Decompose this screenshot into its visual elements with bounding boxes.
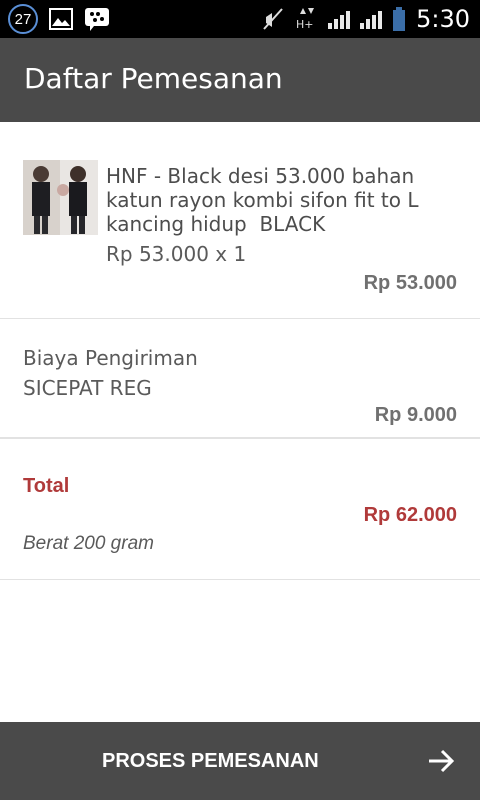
product-image: [23, 160, 98, 235]
total-section: Total Rp 62.000 Berat 200 gram: [0, 439, 480, 580]
notification-count: 27: [14, 10, 32, 28]
status-bar-left: 27: [8, 4, 110, 34]
notification-count-icon: 27: [8, 4, 38, 34]
price-quantity: Rp 53.000 x 1: [106, 242, 247, 266]
order-item: HNF - Black desi 53.000 bahan katun rayo…: [0, 122, 480, 319]
shipping-cost: Rp 9.000: [374, 404, 457, 426]
shipping-section: Biaya Pengiriman SICEPAT REG Rp 9.000: [0, 319, 480, 439]
mute-icon: [263, 8, 283, 30]
battery-icon: [393, 7, 406, 31]
signal-icon-2: [360, 9, 383, 29]
bbm-icon: [85, 8, 109, 31]
product-thumbnail[interactable]: [23, 160, 98, 235]
total-label: Total: [23, 475, 70, 497]
process-order-button[interactable]: PROSES PEMESANAN: [0, 722, 480, 800]
status-bar: 27 H+ 5:30: [0, 0, 480, 38]
product-name: HNF - Black desi 53.000 bahan katun rayo…: [106, 164, 425, 236]
page-title: Daftar Pemesanan: [24, 62, 283, 95]
status-time: 5:30: [416, 5, 470, 33]
weight-info: Berat 200 gram: [23, 533, 154, 554]
app-bar: Daftar Pemesanan: [0, 38, 480, 122]
total-value: Rp 62.000: [363, 504, 457, 526]
arrow-right-icon: [429, 749, 455, 773]
status-bar-right: H+ 5:30: [262, 4, 470, 34]
process-order-label: PROSES PEMESANAN: [102, 750, 319, 772]
gallery-icon: [49, 8, 73, 30]
shipping-service: SICEPAT REG: [23, 376, 152, 400]
data-hplus-icon: H+: [296, 8, 315, 31]
signal-icon: [328, 9, 351, 29]
item-subtotal: Rp 53.000: [363, 272, 457, 294]
svg-text:H+: H+: [296, 18, 314, 31]
shipping-label: Biaya Pengiriman: [23, 346, 198, 370]
